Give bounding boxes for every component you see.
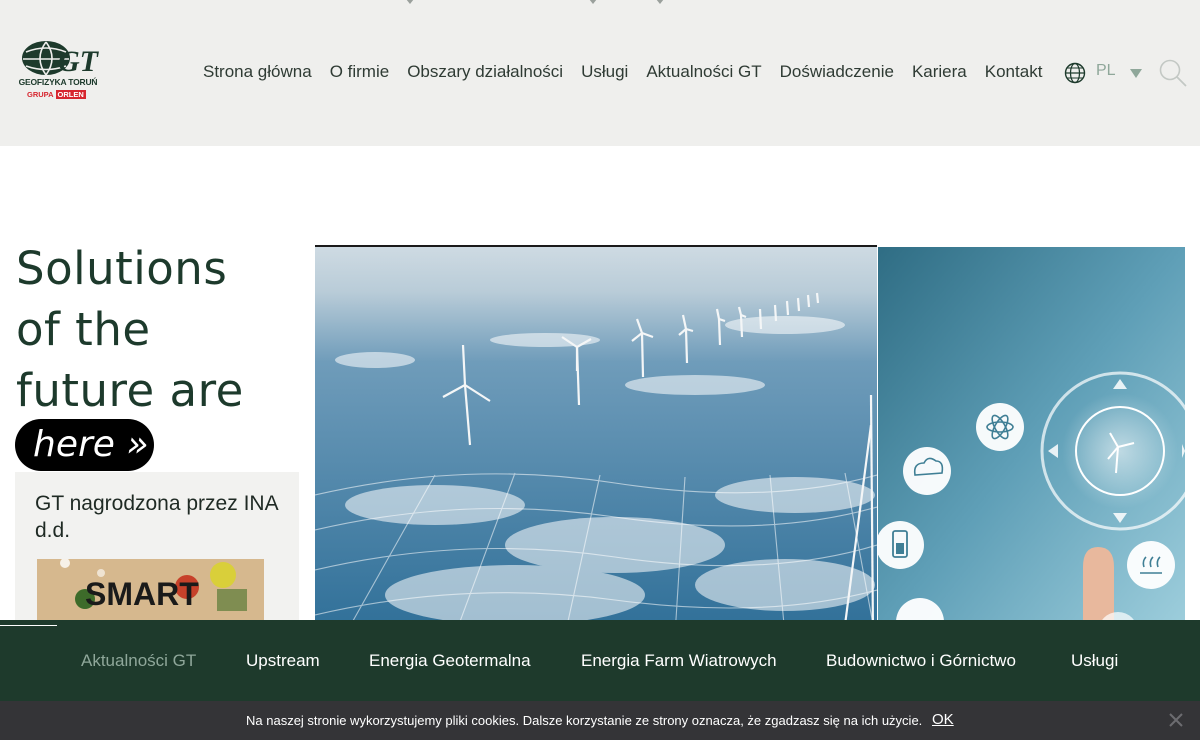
category-news[interactable]: Aktualności GT — [81, 651, 196, 671]
svg-text:GT: GT — [58, 45, 100, 78]
cookie-message: Na naszej stronie wykorzystujemy pliki c… — [246, 713, 923, 728]
caret-icon — [656, 0, 664, 4]
nav-item-career[interactable]: Kariera — [903, 62, 976, 82]
category-wind-farms[interactable]: Energia Farm Wiatrowych — [581, 651, 777, 671]
language-selector[interactable]: PL — [1064, 62, 1148, 86]
logo-group-brand: ORLEN — [55, 90, 86, 99]
hero-title-line: of the — [16, 303, 151, 356]
nav-item-home[interactable]: Strona główna — [194, 62, 321, 82]
category-geothermal[interactable]: Energia Geotermalna — [369, 651, 531, 671]
caret-icon — [406, 0, 414, 4]
news-card[interactable]: GT nagrodzona przez INA d.d. SMART — [15, 472, 299, 632]
energy-tech-image — [878, 247, 1185, 637]
news-image[interactable]: SMART — [37, 559, 264, 629]
nav-item-about[interactable]: O firmie — [321, 62, 399, 82]
chevron-down-icon — [1130, 69, 1142, 78]
hero-title: Solutions of the future are — [16, 238, 306, 421]
nav-item-areas[interactable]: Obszary działalności — [398, 62, 572, 82]
logo-mark-icon: GT — [22, 41, 100, 78]
wind-farm-image — [315, 245, 877, 635]
nav-item-experience[interactable]: Doświadczenie — [771, 62, 903, 82]
search-icon — [1159, 59, 1187, 87]
logo-company-name: GEOFIZYKA TORUŃ — [18, 77, 98, 87]
cookie-banner: Na naszej stronie wykorzystujemy pliki c… — [0, 701, 1200, 740]
main-nav: Strona główna O firmie Obszary działalno… — [194, 62, 1051, 82]
nav-item-contact[interactable]: Kontakt — [976, 62, 1052, 82]
category-services[interactable]: Usługi — [1071, 651, 1118, 671]
news-image-text: SMART — [85, 576, 199, 612]
logo-group: GRUPA ORLEN — [27, 90, 86, 99]
logo-group-label: GRUPA — [27, 90, 54, 99]
hero-title-line: Solutions — [16, 242, 228, 295]
language-code: PL — [1096, 62, 1116, 79]
caret-icon — [589, 0, 597, 4]
site-header: GT GEOFIZYKA TORUŃ GRUPA ORLEN Strona głó… — [0, 0, 1200, 146]
nav-item-services[interactable]: Usługi — [572, 62, 637, 82]
close-icon[interactable] — [1168, 712, 1184, 728]
category-construction-mining[interactable]: Budownictwo i Górnictwo — [826, 651, 1016, 671]
site-logo[interactable]: GT GEOFIZYKA TORUŃ GRUPA ORLEN — [12, 40, 104, 102]
category-indicator — [0, 625, 57, 626]
globe-icon — [1064, 62, 1086, 84]
news-title[interactable]: GT nagrodzona przez INA d.d. — [35, 490, 285, 544]
category-upstream[interactable]: Upstream — [246, 651, 320, 671]
hero-cta-button[interactable]: here » — [15, 419, 154, 471]
search-button[interactable] — [1158, 58, 1188, 88]
hero-title-line: future are — [16, 364, 244, 417]
nav-item-news[interactable]: Aktualności GT — [637, 62, 770, 82]
cookie-accept-button[interactable]: OK — [932, 711, 954, 728]
top-menu-carets — [0, 0, 1200, 8]
